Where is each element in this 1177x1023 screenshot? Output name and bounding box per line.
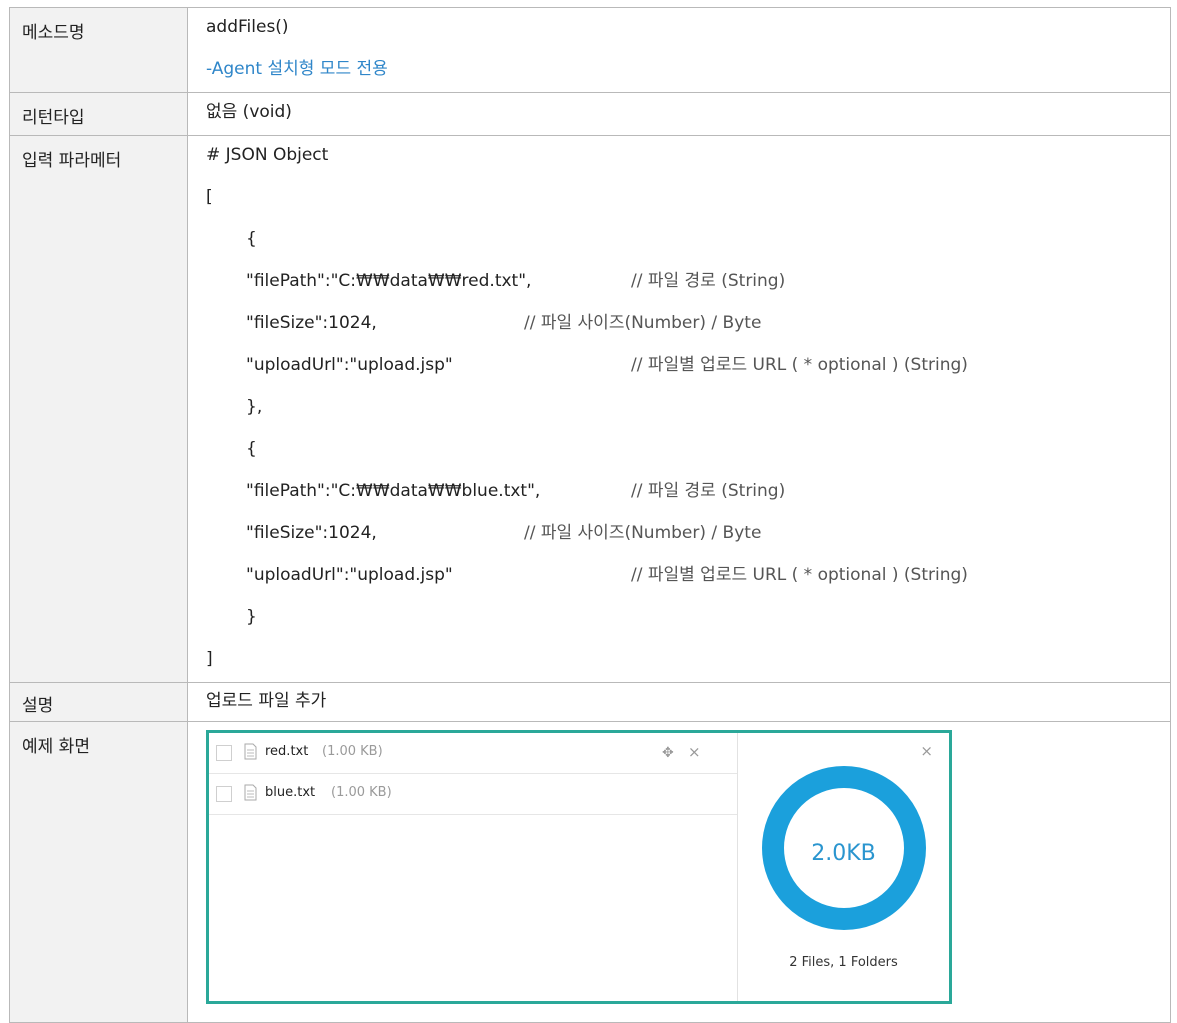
code-line: "filePath":"C:₩₩data₩₩blue.txt",// 파일 경로… [206, 472, 1170, 514]
example-row: 예제 화면 red.txt (1.00 KB) ✥ × blue.txt (1.… [9, 721, 1171, 1023]
file-size: (1.00 KB) [322, 744, 383, 759]
code-line: "fileSize":1024,// 파일 사이즈(Number) / Byte [206, 514, 1170, 556]
object-open: { [246, 439, 257, 459]
open-bracket: [ [206, 187, 213, 207]
description-row: 설명 업로드 파일 추가 [9, 682, 1171, 722]
example-label: 예제 화면 [9, 721, 188, 1023]
close-bracket: ] [206, 649, 213, 669]
params-label: 입력 파라메터 [9, 135, 188, 683]
method-name: addFiles() [206, 17, 289, 37]
document-icon [244, 743, 257, 760]
params-row: 입력 파라메터 # JSON Object [ { "filePath":"C:… [9, 135, 1171, 683]
file-row[interactable]: blue.txt (1.00 KB) [209, 774, 737, 815]
object-close: } [246, 607, 257, 627]
document-icon [244, 784, 257, 801]
method-note: -Agent 설치형 모드 전용 [206, 59, 388, 79]
code-line: "filePath":"C:₩₩data₩₩red.txt",// 파일 경로 … [206, 262, 1170, 304]
code-line: "fileSize":1024,// 파일 사이즈(Number) / Byte [206, 304, 1170, 346]
api-doc-table: 메소드명 addFiles() -Agent 설치형 모드 전용 리턴타입 없음… [9, 7, 1171, 1023]
return-row: 리턴타입 없음 (void) [9, 92, 1171, 136]
close-icon[interactable]: × [688, 743, 701, 761]
close-icon[interactable]: × [920, 742, 933, 760]
file-checkbox[interactable] [216, 786, 232, 802]
file-counts: 2 Files, 1 Folders [789, 955, 898, 970]
upload-summary: × 2.0KB 2 Files, 1 Folders [738, 733, 949, 1001]
code-comment: // 파일별 업로드 URL ( * optional ) (String) [631, 355, 968, 375]
code-comment: // 파일 사이즈(Number) / Byte [524, 313, 762, 333]
code-comment: // 파일별 업로드 URL ( * optional ) (String) [631, 565, 968, 585]
move-icon[interactable]: ✥ [662, 745, 674, 761]
object-open: { [246, 229, 257, 249]
file-name: red.txt [265, 744, 309, 759]
file-checkbox[interactable] [216, 745, 232, 761]
return-value: 없음 (void) [206, 102, 292, 122]
return-label: 리턴타입 [9, 92, 188, 136]
method-row: 메소드명 addFiles() -Agent 설치형 모드 전용 [9, 7, 1171, 93]
upload-widget: red.txt (1.00 KB) ✥ × blue.txt (1.00 KB)… [206, 730, 952, 1004]
method-label: 메소드명 [9, 7, 188, 93]
file-list[interactable]: red.txt (1.00 KB) ✥ × blue.txt (1.00 KB) [209, 733, 738, 1001]
code-comment: // 파일 사이즈(Number) / Byte [524, 523, 762, 543]
code-comment: // 파일 경로 (String) [631, 481, 786, 501]
description-value: 업로드 파일 추가 [206, 691, 327, 711]
file-row[interactable]: red.txt (1.00 KB) ✥ × [209, 733, 737, 774]
params-heading: # JSON Object [206, 145, 329, 165]
description-label: 설명 [9, 682, 188, 722]
file-name: blue.txt [265, 785, 316, 800]
total-size: 2.0KB [811, 841, 876, 866]
file-size: (1.00 KB) [331, 785, 392, 800]
code-comment: // 파일 경로 (String) [631, 271, 786, 291]
object-close: }, [246, 397, 263, 417]
code-line: "uploadUrl":"upload.jsp"// 파일별 업로드 URL (… [206, 556, 1170, 598]
code-line: "uploadUrl":"upload.jsp"// 파일별 업로드 URL (… [206, 346, 1170, 388]
